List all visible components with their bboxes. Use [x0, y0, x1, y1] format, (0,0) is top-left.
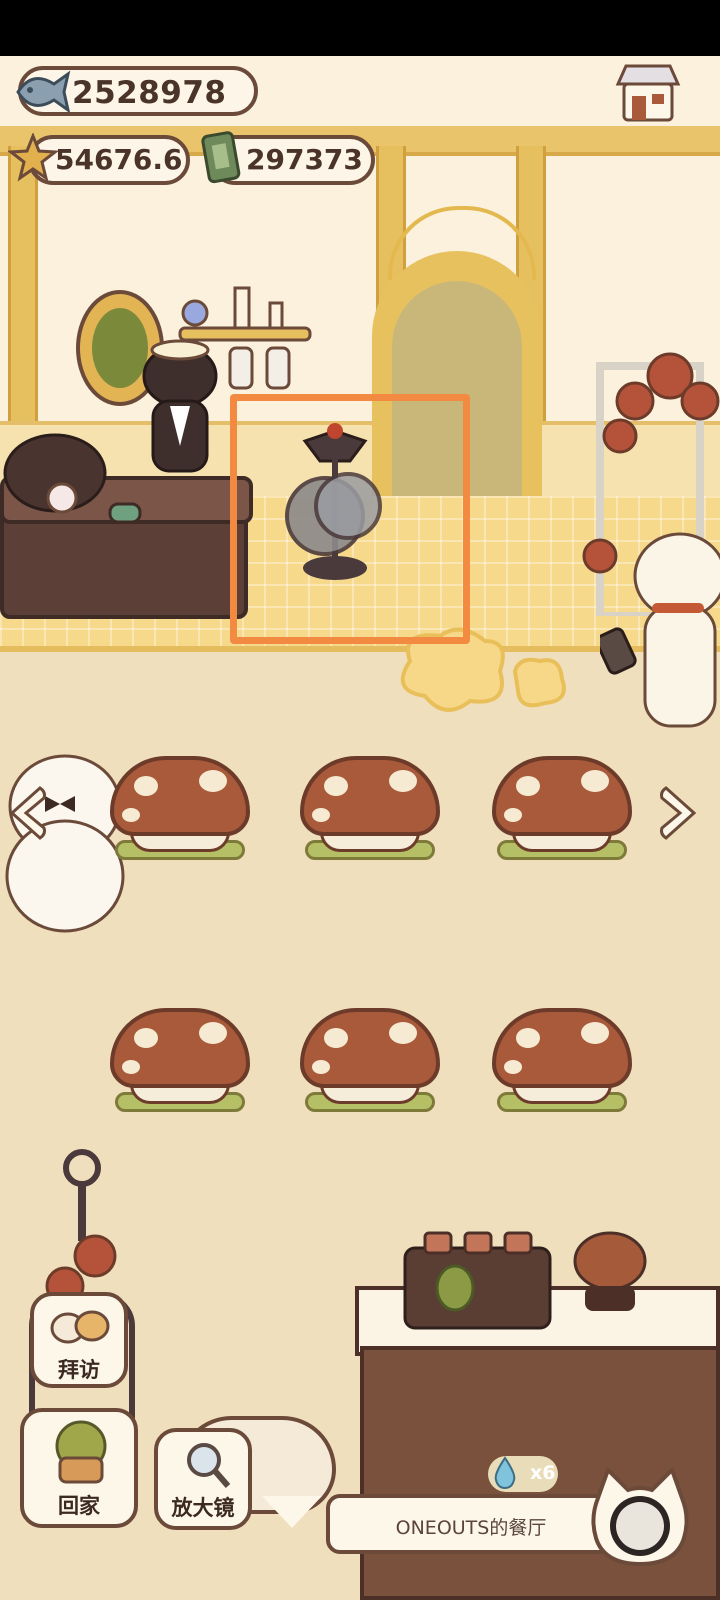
tree-house-icon: [55, 1420, 107, 1484]
mushroom-seat[interactable]: [487, 1008, 637, 1128]
star-icon: [8, 133, 58, 182]
teapot: [573, 1231, 647, 1311]
mushroom-seat[interactable]: [295, 756, 445, 876]
fish-count: 2528978: [72, 75, 227, 111]
water-drop-icon: [494, 1456, 516, 1490]
restaurant-name-bar[interactable]: ONEOUTS的餐厅: [326, 1494, 616, 1554]
cat-faces-icon: [50, 1310, 110, 1344]
butler-cat[interactable]: [135, 336, 225, 476]
ticket-count: 297373: [246, 143, 363, 176]
ticket-icon: [201, 131, 241, 184]
shop-icon[interactable]: [612, 62, 684, 126]
player-avatar[interactable]: [588, 1468, 692, 1568]
magnifier-icon: [187, 1443, 231, 1488]
water-drop-count: x6: [530, 1462, 556, 1484]
maid-cat[interactable]: [600, 506, 720, 746]
status-bar: [0, 0, 720, 56]
visit-label: 拜访: [58, 1358, 100, 1382]
restaurant-name: ONEOUTS的餐厅: [395, 1517, 547, 1539]
magnifier-label: 放大镜: [171, 1496, 235, 1520]
mushroom-seat[interactable]: [105, 756, 255, 876]
mushroom-seat[interactable]: [105, 1008, 255, 1128]
bat-bowl: [3, 433, 107, 514]
visit-button[interactable]: 拜访: [30, 1292, 128, 1388]
star-count: 54676.6: [55, 143, 183, 176]
mushroom-seat[interactable]: [295, 1008, 445, 1128]
restaurant-scene[interactable]: x6 拜访 回家 放大镜 ONEOUTS的餐厅: [0, 56, 720, 1600]
home-label: 回家: [58, 1494, 100, 1518]
mushroom-seat[interactable]: [487, 756, 637, 876]
chevron-right-icon[interactable]: [660, 784, 700, 842]
candy: [108, 502, 142, 524]
home-button[interactable]: 回家: [20, 1408, 138, 1528]
chevron-down-icon[interactable]: [262, 1496, 322, 1528]
tea-tray: [403, 1231, 552, 1330]
bat-globe-lamp[interactable]: [270, 386, 400, 586]
magnifier-button[interactable]: 放大镜: [154, 1428, 252, 1530]
chevron-left-icon[interactable]: [6, 784, 46, 842]
fish-icon: [16, 70, 71, 114]
